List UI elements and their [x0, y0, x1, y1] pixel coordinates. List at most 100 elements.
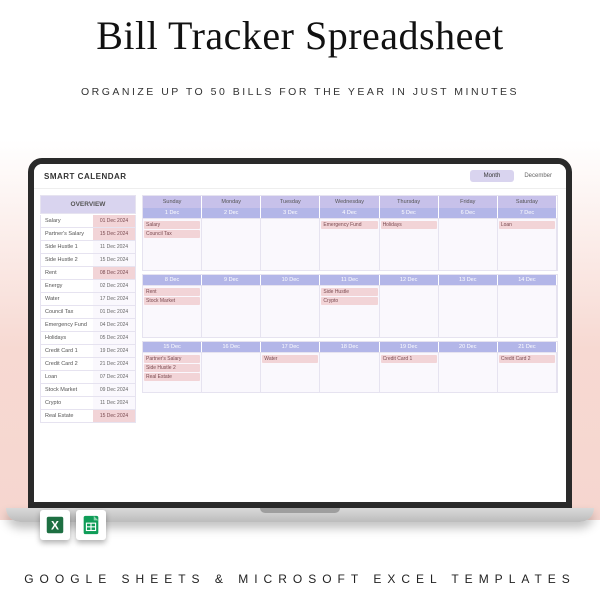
day-number: 10 Dec	[261, 275, 320, 285]
event-chip[interactable]: Emergency Fund	[321, 221, 377, 229]
footer-text: GOOGLE SHEETS & MICROSOFT EXCEL TEMPLATE…	[0, 572, 600, 586]
calendar-cell[interactable]	[320, 352, 379, 392]
calendar-cell[interactable]: Holidays	[380, 218, 439, 270]
calendar-grid: SundayMondayTuesdayWednesdayThursdayFrid…	[136, 189, 566, 501]
calendar-cell[interactable]: Partner's SalarySide Hustle 2Real Estate	[143, 352, 202, 392]
calendar-cell[interactable]: Water	[261, 352, 320, 392]
calendar-cell[interactable]	[202, 352, 261, 392]
day-label: Sunday	[143, 196, 202, 208]
overview-date: 15 Dec 2024	[93, 410, 135, 422]
calendar-cell[interactable]	[202, 218, 261, 270]
event-chip[interactable]: Holidays	[381, 221, 437, 229]
overview-date: 15 Dec 2024	[93, 254, 135, 266]
calendar-cell[interactable]: Loan	[498, 218, 557, 270]
calendar-cell[interactable]	[261, 218, 320, 270]
overview-row[interactable]: Water17 Dec 2024	[40, 293, 136, 306]
day-label: Thursday	[380, 196, 439, 208]
overview-date: 04 Dec 2024	[93, 319, 135, 331]
overview-name: Real Estate	[41, 410, 93, 422]
month-selector[interactable]: December	[520, 170, 556, 182]
event-chip[interactable]: Side Hustle 2	[144, 364, 200, 372]
calendar-cell[interactable]	[380, 285, 439, 337]
overview-row[interactable]: Crypto11 Dec 2024	[40, 397, 136, 410]
overview-row[interactable]: Side Hustle 111 Dec 2024	[40, 241, 136, 254]
calendar-cell[interactable]: Side HustleCrypto	[320, 285, 379, 337]
overview-name: Partner's Salary	[41, 228, 93, 240]
excel-icon: X	[40, 510, 70, 540]
overview-name: Loan	[41, 371, 93, 383]
calendar-cell[interactable]: Credit Card 1	[380, 352, 439, 392]
day-number: 13 Dec	[439, 275, 498, 285]
day-number: 2 Dec	[202, 208, 261, 218]
day-label: Monday	[202, 196, 261, 208]
event-chip[interactable]: Stock Market	[144, 297, 200, 305]
sheets-icon	[76, 510, 106, 540]
day-number: 19 Dec	[380, 342, 439, 352]
overview-row[interactable]: Partner's Salary15 Dec 2024	[40, 228, 136, 241]
spreadsheet-screen: SMART CALENDAR Month December OVERVIEW S…	[34, 164, 566, 502]
calendar-cell[interactable]	[498, 285, 557, 337]
event-chip[interactable]: Partner's Salary	[144, 355, 200, 363]
view-month-button[interactable]: Month	[470, 170, 515, 182]
overview-name: Water	[41, 293, 93, 305]
overview-name: Emergency Fund	[41, 319, 93, 331]
day-label: Tuesday	[261, 196, 320, 208]
overview-row[interactable]: Rent08 Dec 2024	[40, 267, 136, 280]
calendar-cell[interactable]	[439, 285, 498, 337]
overview-name: Rent	[41, 267, 93, 279]
event-chip[interactable]: Loan	[499, 221, 555, 229]
overview-name: Side Hustle 1	[41, 241, 93, 253]
overview-name: Credit Card 2	[41, 358, 93, 370]
day-label: Wednesday	[320, 196, 379, 208]
day-number: 12 Dec	[380, 275, 439, 285]
event-chip[interactable]: Real Estate	[144, 373, 200, 381]
overview-name: Council Tax	[41, 306, 93, 318]
event-chip[interactable]: Salary	[144, 221, 200, 229]
event-chip[interactable]: Credit Card 2	[499, 355, 555, 363]
overview-row[interactable]: Stock Market09 Dec 2024	[40, 384, 136, 397]
overview-row[interactable]: Side Hustle 215 Dec 2024	[40, 254, 136, 267]
event-chip[interactable]: Water	[262, 355, 318, 363]
overview-date: 08 Dec 2024	[93, 267, 135, 279]
sheet-topbar: SMART CALENDAR Month December	[34, 164, 566, 189]
overview-heading: OVERVIEW	[40, 195, 136, 214]
overview-row[interactable]: Salary01 Dec 2024	[40, 215, 136, 228]
day-number: 14 Dec	[498, 275, 557, 285]
overview-row[interactable]: Council Tax01 Dec 2024	[40, 306, 136, 319]
overview-row[interactable]: Holidays05 Dec 2024	[40, 332, 136, 345]
event-chip[interactable]: Crypto	[321, 297, 377, 305]
day-number: 17 Dec	[261, 342, 320, 352]
calendar-cell[interactable]	[202, 285, 261, 337]
overview-row[interactable]: Emergency Fund04 Dec 2024	[40, 319, 136, 332]
event-chip[interactable]: Credit Card 1	[381, 355, 437, 363]
calendar-cell[interactable]: Emergency Fund	[320, 218, 379, 270]
event-chip[interactable]: Side Hustle	[321, 288, 377, 296]
calendar-cell[interactable]	[439, 218, 498, 270]
calendar-cell[interactable]	[261, 285, 320, 337]
overview-date: 11 Dec 2024	[93, 241, 135, 253]
day-number: 16 Dec	[202, 342, 261, 352]
day-number: 11 Dec	[320, 275, 379, 285]
event-chip[interactable]: Rent	[144, 288, 200, 296]
calendar-cell[interactable]: RentStock Market	[143, 285, 202, 337]
overview-row[interactable]: Credit Card 119 Dec 2024	[40, 345, 136, 358]
page-subtitle: ORGANIZE UP TO 50 BILLS FOR THE YEAR IN …	[0, 86, 600, 98]
day-number: 21 Dec	[498, 342, 557, 352]
event-chip[interactable]: Council Tax	[144, 230, 200, 238]
calendar-cell[interactable]: Credit Card 2	[498, 352, 557, 392]
calendar-cell[interactable]: SalaryCouncil Tax	[143, 218, 202, 270]
overview-name: Credit Card 1	[41, 345, 93, 357]
calendar-week: SundayMondayTuesdayWednesdayThursdayFrid…	[142, 195, 558, 271]
overview-row[interactable]: Loan07 Dec 2024	[40, 371, 136, 384]
overview-row[interactable]: Energy02 Dec 2024	[40, 280, 136, 293]
overview-row[interactable]: Credit Card 221 Dec 2024	[40, 358, 136, 371]
day-number: 8 Dec	[143, 275, 202, 285]
day-number: 5 Dec	[380, 208, 439, 218]
calendar-cell[interactable]	[439, 352, 498, 392]
day-number: 18 Dec	[320, 342, 379, 352]
day-number: 15 Dec	[143, 342, 202, 352]
day-number: 9 Dec	[202, 275, 261, 285]
overview-row[interactable]: Real Estate15 Dec 2024	[40, 410, 136, 423]
overview-name: Salary	[41, 215, 93, 227]
day-number: 7 Dec	[498, 208, 557, 218]
